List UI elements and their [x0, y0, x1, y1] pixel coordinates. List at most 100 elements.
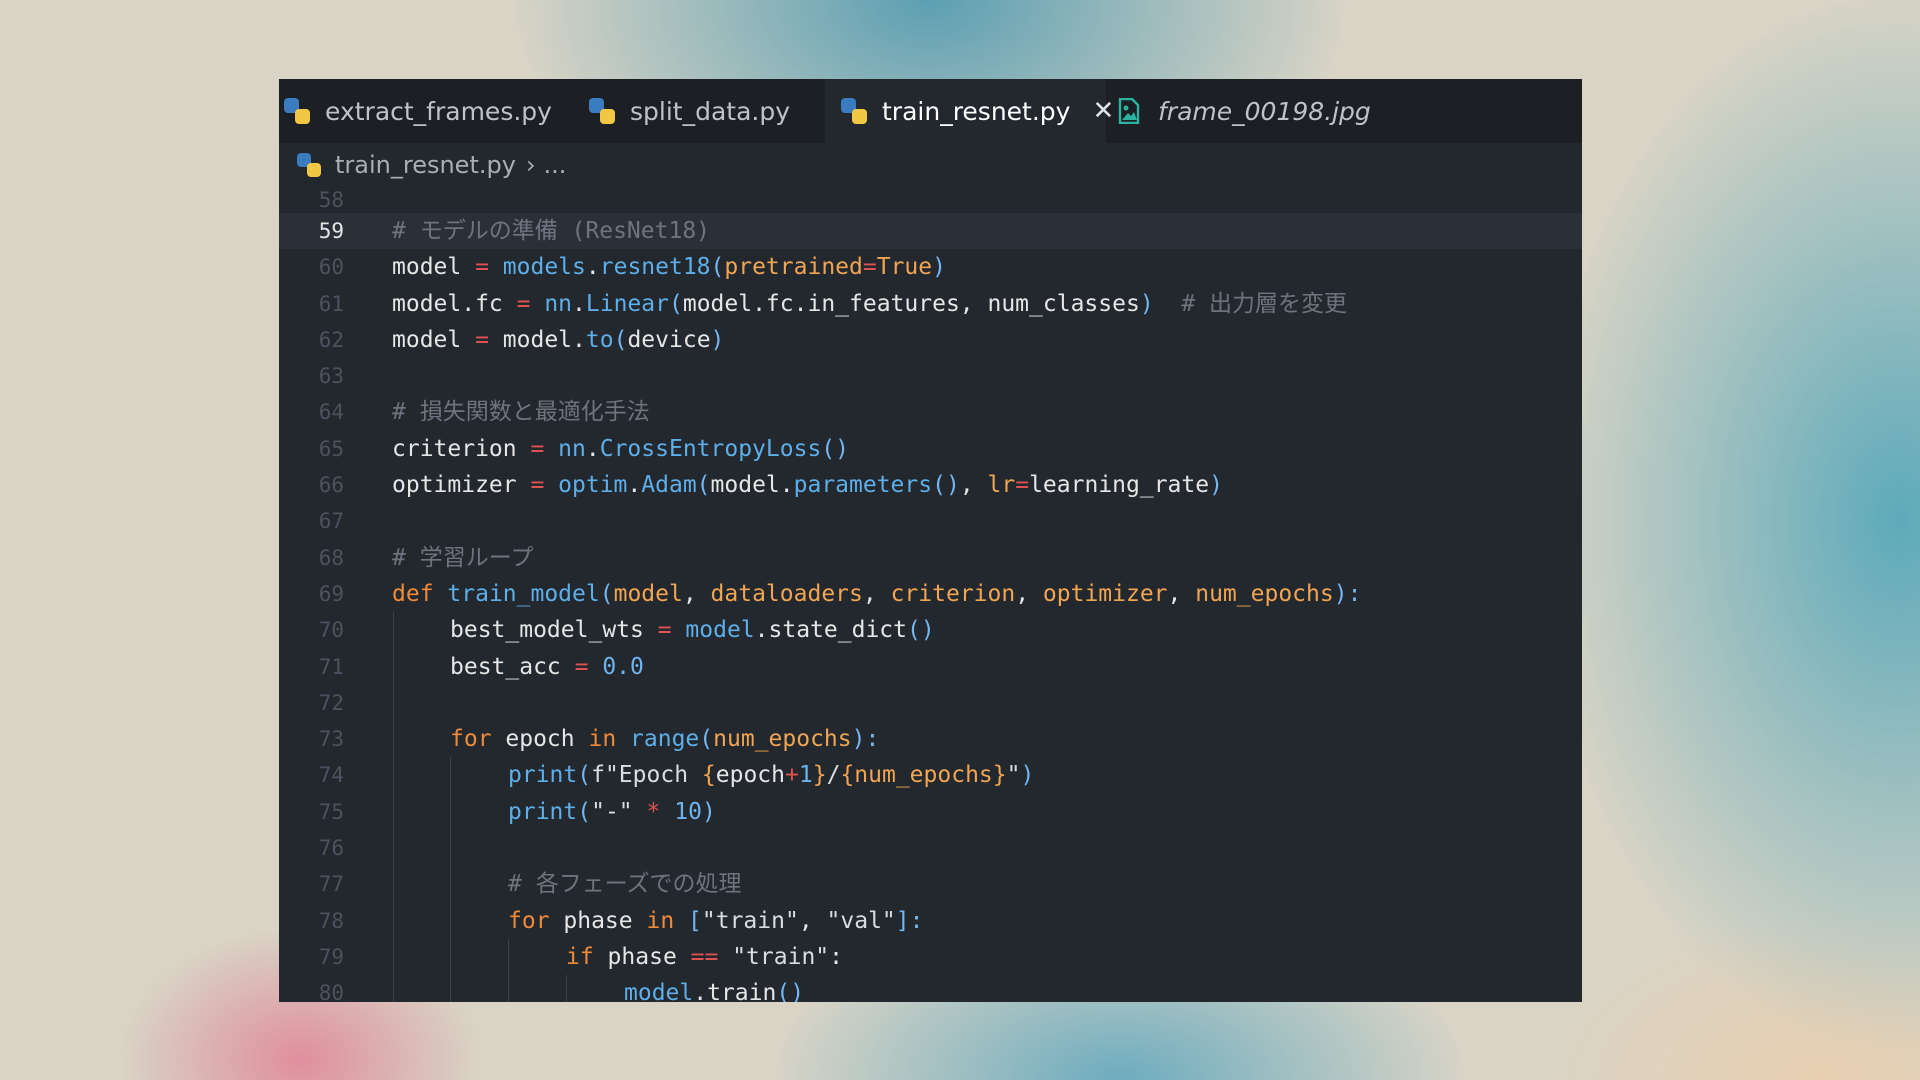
line-number: 62: [318, 327, 344, 352]
tab-train-resnet[interactable]: train_resnet.py ✕: [825, 79, 1114, 143]
code-line: 63: [279, 358, 1582, 394]
code-line: 67: [279, 503, 1582, 539]
code-line-current: 59 # モデルの準備 (ResNet18): [279, 213, 1582, 250]
line-number: 65: [318, 436, 344, 461]
line-number: 72: [318, 690, 344, 715]
code-text: for phase in ["train", "val"]:: [508, 907, 924, 934]
line-number: 71: [318, 654, 344, 679]
tab-extract-frames[interactable]: extract_frames.py: [279, 79, 552, 143]
code-comment: # 各フェーズでの処理: [508, 871, 742, 898]
line-number: 63: [318, 364, 344, 389]
indent-guide: [393, 793, 394, 831]
line-number: 79: [318, 944, 344, 969]
code-line: 78 for phase in ["train", "val"]:: [279, 902, 1582, 939]
line-number: 78: [318, 908, 344, 933]
tab-label: extract_frames.py: [325, 96, 552, 126]
code-text: best_acc = 0.0: [450, 653, 644, 680]
indent-guide: [393, 612, 394, 649]
code-line: 62 model = model.to(device): [279, 322, 1582, 358]
code-comment: # モデルの準備 (ResNet18): [392, 218, 711, 244]
line-number: 60: [318, 255, 344, 280]
python-icon: [589, 98, 615, 124]
indent-guide: [393, 648, 394, 685]
line-number: 77: [318, 872, 344, 897]
code-text: def train_model(model, dataloaders, crit…: [392, 580, 1362, 607]
code-line: 60 model = models.resnet18(pretrained=Tru…: [279, 249, 1582, 285]
tab-bar: extract_frames.py split_data.py train_re…: [279, 79, 1582, 143]
tab-label: frame_00198.jpg: [1158, 96, 1371, 126]
breadcrumb-rest[interactable]: ...: [544, 151, 567, 179]
line-number: 69: [318, 581, 344, 606]
line-number: 73: [318, 727, 344, 752]
line-number: 70: [318, 618, 344, 643]
line-number: 76: [318, 836, 344, 861]
breadcrumb-separator: ›: [525, 151, 536, 179]
indent-guide: [393, 938, 394, 976]
code-line: 73 for epoch in range(num_epochs):: [279, 721, 1582, 758]
indent-guide: [450, 866, 451, 903]
code-text: for epoch in range(num_epochs):: [450, 726, 880, 753]
indent-guide: [393, 975, 394, 1002]
code-line: 72: [279, 684, 1582, 722]
code-editor-window: extract_frames.py split_data.py train_re…: [279, 79, 1582, 1002]
code-text: model.train(): [624, 980, 805, 1002]
code-text: best_model_wts = model.state_dict(): [450, 617, 935, 644]
code-text: if phase == "train":: [566, 943, 843, 970]
indent-guide: [450, 938, 451, 976]
indent-guide: [393, 684, 394, 722]
code-line: 75 print("-" * 10): [279, 793, 1582, 831]
code-text: model = model.to(device): [392, 326, 725, 353]
code-line: 64 # 損失関数と最適化手法: [279, 394, 1582, 430]
close-tab-icon[interactable]: ✕: [1092, 96, 1114, 126]
code-comment: # 学習ループ: [392, 544, 534, 571]
code-comment: # 損失関数と最適化手法: [392, 399, 650, 426]
breadcrumb[interactable]: train_resnet.py › ...: [279, 143, 1582, 187]
code-text: print("-" * 10): [508, 798, 716, 825]
line-number: 75: [318, 799, 344, 824]
code-line: 69 def train_model(model, dataloaders, cr…: [279, 576, 1582, 612]
indent-guide: [450, 975, 451, 1002]
breadcrumb-file[interactable]: train_resnet.py: [335, 151, 516, 179]
code-text: print(f"Epoch {epoch+1}/{num_epochs}"): [508, 762, 1035, 789]
code-line: 71 best_acc = 0.0: [279, 648, 1582, 685]
python-icon: [284, 98, 310, 124]
code-text: optimizer = optim.Adam(model.parameters(…: [392, 472, 1223, 499]
tab-frame-image[interactable]: frame_00198.jpg: [1118, 79, 1383, 143]
indent-guide: [450, 757, 451, 794]
code-area[interactable]: 58 59 # モデルの準備 (ResNet18) 60 model = model…: [279, 187, 1582, 1002]
line-number: 61: [318, 291, 344, 316]
code-text: model = models.resnet18(pretrained=True): [392, 254, 946, 281]
code-text: model.fc = nn.Linear(model.fc.in_feature…: [392, 290, 1348, 317]
line-number: 64: [318, 400, 344, 425]
code-line: 65 criterion = nn.CrossEntropyLoss(): [279, 431, 1582, 467]
indent-guide: [450, 830, 451, 867]
line-number: 58: [318, 188, 344, 212]
image-file-icon: [1118, 98, 1140, 124]
line-number: 68: [318, 545, 344, 570]
indent-guide: [393, 721, 394, 758]
code-line: 80 model.train(): [279, 975, 1582, 1002]
indent-guide: [566, 975, 567, 1002]
indent-guide: [508, 975, 509, 1002]
line-number: 80: [318, 981, 344, 1002]
line-number: 66: [318, 473, 344, 498]
tab-label: train_resnet.py: [882, 96, 1071, 126]
indent-guide: [450, 793, 451, 831]
indent-guide: [393, 830, 394, 867]
tab-split-data[interactable]: split_data.py: [589, 79, 819, 143]
python-icon: [297, 153, 321, 177]
code-line: 76: [279, 830, 1582, 867]
line-number: 59: [318, 219, 344, 243]
indent-guide: [450, 902, 451, 939]
line-number: 74: [318, 763, 344, 788]
code-line: 70 best_model_wts = model.state_dict(): [279, 612, 1582, 649]
indent-guide: [393, 866, 394, 903]
code-line: 66 optimizer = optim.Adam(model.parameter…: [279, 467, 1582, 503]
code-line: 68 # 学習ループ: [279, 540, 1582, 576]
code-line: 79 if phase == "train":: [279, 938, 1582, 976]
python-icon: [841, 98, 867, 124]
line-number: 67: [318, 509, 344, 534]
tab-label: split_data.py: [630, 96, 791, 126]
indent-guide: [393, 902, 394, 939]
code-line: 61 model.fc = nn.Linear(model.fc.in_featu…: [279, 286, 1582, 322]
